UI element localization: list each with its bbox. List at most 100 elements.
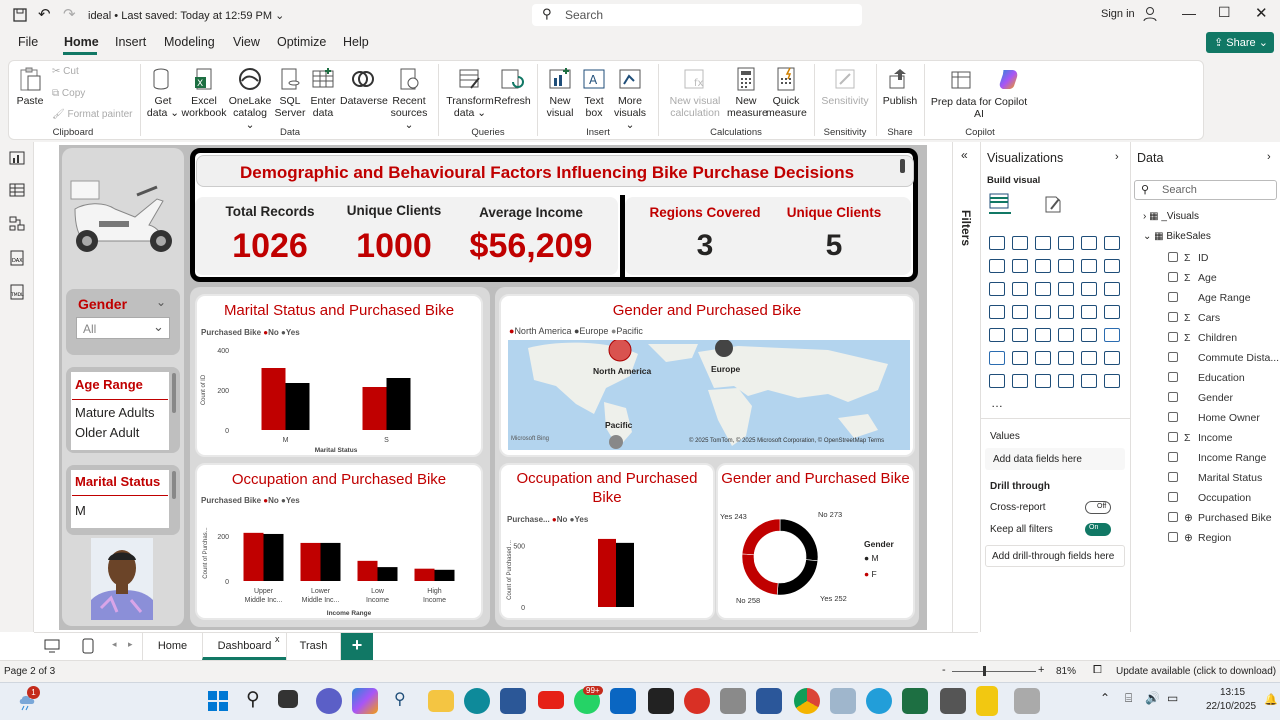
cut-button[interactable]: ✂ Cut (52, 66, 79, 77)
save-icon[interactable] (12, 7, 28, 23)
power-automate-visual-icon[interactable] (1035, 374, 1051, 388)
r-visual-visual-icon[interactable] (1104, 328, 1120, 342)
area-visual-icon[interactable] (1012, 259, 1028, 273)
recent-sources-button[interactable]: Recent sources ⌄ (388, 66, 430, 131)
model-view-icon[interactable] (9, 216, 25, 232)
100-bar-visual-icon[interactable] (1081, 236, 1097, 250)
field-checkbox[interactable] (1168, 492, 1178, 502)
tab-trash[interactable]: Trash (286, 633, 341, 660)
minimize-icon[interactable]: — (1182, 5, 1196, 21)
field-item[interactable]: Age Range (1168, 292, 1251, 304)
menu-view[interactable]: View (233, 35, 260, 49)
prev-page-icon[interactable]: ◂ (112, 639, 117, 650)
map-credit[interactable]: © 2025 TomTom, © 2025 Microsoft Corporat… (689, 438, 884, 444)
word-icon[interactable] (756, 688, 782, 714)
sql-server-button[interactable]: SQL Server (274, 66, 306, 119)
mail-app-icon[interactable] (684, 688, 710, 714)
title-scrollbar[interactable] (900, 159, 905, 173)
decomposition-visual-icon[interactable] (1035, 351, 1051, 365)
python-visual-visual-icon[interactable] (989, 351, 1005, 365)
field-item[interactable]: Σ Children (1168, 332, 1237, 344)
gender-map-card[interactable]: Gender and Purchased Bike ●North America… (499, 294, 915, 457)
menu-file[interactable]: File (18, 35, 38, 49)
key-influencers-visual-icon[interactable] (1012, 351, 1028, 365)
age-range-item[interactable]: Older Adult (75, 425, 139, 440)
collapse-icon[interactable]: › (1115, 151, 1119, 163)
pie-visual-icon[interactable] (1081, 282, 1097, 296)
close-icon[interactable]: ✕ (1255, 4, 1268, 22)
search-box[interactable]: ⚲ Search (532, 4, 862, 26)
kpi-card-visual-icon[interactable] (1104, 305, 1120, 319)
next-page-icon[interactable]: ▸ (128, 639, 133, 650)
world-map[interactable] (508, 340, 910, 450)
field-item[interactable]: Σ Cars (1168, 312, 1220, 324)
zoom-thumb[interactable] (983, 666, 986, 676)
format-visual-icon[interactable] (1043, 194, 1065, 214)
slicer-scrollbar[interactable] (172, 471, 176, 499)
data-search-input[interactable]: ⚲ Search (1134, 180, 1277, 200)
shape-map-visual-icon[interactable] (1058, 305, 1074, 319)
tray-chevron-icon[interactable]: ⌃ (1100, 691, 1110, 705)
copy-button[interactable]: ⧉ Copy (52, 88, 85, 99)
table-visuals[interactable]: › ▦ _Visuals (1143, 211, 1199, 222)
field-item[interactable]: Marital Status (1168, 472, 1262, 484)
diamond-visual-icon[interactable] (1081, 374, 1097, 388)
map-visual-icon[interactable] (1012, 305, 1028, 319)
field-checkbox[interactable] (1168, 272, 1178, 282)
slicer-visual-icon[interactable] (1035, 328, 1051, 342)
onelake-button[interactable]: OneLake catalog ⌄ (228, 66, 272, 131)
menu-home[interactable]: Home (64, 35, 99, 49)
get-data-button[interactable]: Get data ⌄ (146, 66, 180, 119)
field-checkbox[interactable] (1168, 292, 1178, 302)
new-visual-button[interactable]: New visual (543, 66, 577, 119)
tab-home[interactable]: Home (142, 633, 202, 660)
prep-data-copilot-button[interactable] (930, 66, 994, 95)
add-page-button[interactable]: + (341, 633, 373, 661)
teams-icon[interactable] (316, 688, 342, 714)
enter-data-button[interactable]: Enter data (308, 66, 338, 119)
field-checkbox[interactable] (1168, 452, 1178, 462)
redo-icon[interactable]: ↷ (63, 5, 76, 23)
cross-report-toggle[interactable]: Off (1085, 501, 1111, 514)
field-checkbox[interactable] (1168, 532, 1178, 542)
goals-visual-icon[interactable] (1104, 351, 1120, 365)
azure-map-visual-icon[interactable] (1081, 305, 1097, 319)
matrix-visual-icon[interactable] (1081, 328, 1097, 342)
marital-status-item[interactable]: M (75, 503, 86, 518)
donut-visual-icon[interactable] (1104, 282, 1120, 296)
volume-icon[interactable]: 🔊 (1145, 691, 1160, 705)
menu-insert[interactable]: Insert (115, 35, 146, 49)
map-bubble-pacific[interactable] (609, 435, 623, 449)
search-app-icon[interactable]: ⚲ (394, 689, 406, 709)
tab-dashboard[interactable]: Dashboard x (202, 633, 286, 660)
100-column-visual-icon[interactable] (1104, 236, 1120, 250)
field-item[interactable]: Σ Age (1168, 272, 1217, 284)
tmdl-view-icon[interactable]: TMDL (9, 284, 25, 300)
field-item[interactable]: Home Owner (1168, 412, 1260, 424)
clock-time[interactable]: 13:15 (1220, 687, 1245, 698)
field-checkbox[interactable] (1168, 432, 1178, 442)
field-item[interactable]: Education (1168, 372, 1245, 384)
ribbon-visual-icon[interactable] (1058, 259, 1074, 273)
report-view-icon[interactable] (9, 150, 25, 166)
field-item[interactable]: Gender (1168, 392, 1233, 404)
line-visual-icon[interactable] (989, 259, 1005, 273)
store-icon[interactable] (500, 688, 526, 714)
linkedin-icon[interactable] (610, 688, 636, 714)
format-painter-button[interactable]: 🖌 Format painter (52, 109, 133, 120)
field-item[interactable]: Commute Dista... (1168, 352, 1279, 364)
zoom-in-icon[interactable]: + (1038, 664, 1044, 676)
task-view-icon[interactable] (278, 690, 298, 708)
collapse-icon[interactable]: › (1267, 151, 1271, 163)
scatter-visual-icon[interactable] (1058, 282, 1074, 296)
field-checkbox[interactable] (1168, 472, 1178, 482)
marital-status-slicer[interactable]: Marital Status M (66, 465, 180, 535)
quick-measure-button[interactable]: Quick measure (766, 66, 807, 119)
smart-narrative-visual-icon[interactable] (1081, 351, 1097, 365)
keep-filters-toggle[interactable]: On (1085, 523, 1111, 536)
field-checkbox[interactable] (1168, 392, 1178, 402)
telegram-icon[interactable] (866, 688, 892, 714)
sensitivity-button[interactable]: Sensitivity (820, 66, 870, 107)
update-available-link[interactable]: Update available (click to download) (1116, 666, 1276, 677)
age-range-item[interactable]: Mature Adults (75, 405, 155, 420)
